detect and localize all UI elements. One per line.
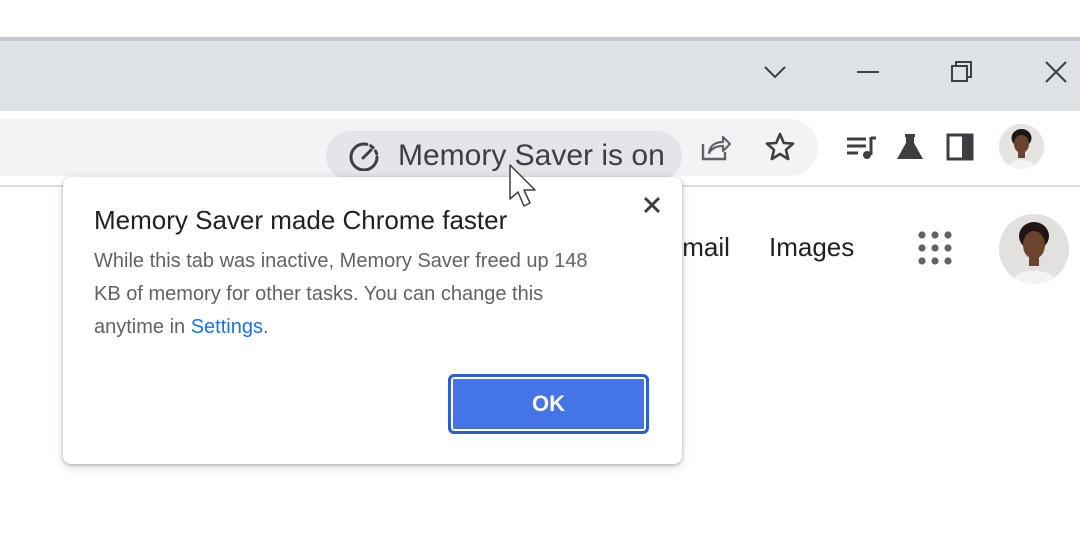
- reading-list-button[interactable]: [841, 127, 881, 167]
- restore-icon: [951, 61, 972, 82]
- reading-list-icon: [847, 136, 876, 159]
- dialog-title: Memory Saver made Chrome faster: [94, 205, 508, 235]
- tab-search-button[interactable]: [755, 52, 795, 92]
- dialog-close-button[interactable]: [637, 190, 667, 220]
- memory-saver-dialog: Memory Saver made Chrome faster While th…: [63, 177, 682, 464]
- google-apps-button[interactable]: [917, 230, 953, 266]
- side-panel-button[interactable]: [940, 127, 980, 167]
- close-icon: [1045, 61, 1067, 83]
- chrome-labs-button[interactable]: [890, 127, 930, 167]
- share-button[interactable]: [695, 127, 735, 167]
- toolbar: Memory Saver is on: [0, 111, 1080, 187]
- omnibox[interactable]: Memory Saver is on: [0, 119, 818, 180]
- dialog-body-text: While this tab was inactive, Memory Save…: [94, 250, 588, 338]
- minimize-icon: [857, 71, 879, 73]
- share-icon: [701, 135, 731, 161]
- avatar: [999, 124, 1044, 169]
- title-bar: [0, 41, 1080, 111]
- minimize-button[interactable]: [848, 52, 888, 92]
- account-avatar[interactable]: [999, 214, 1069, 284]
- chevron-down-icon: [764, 66, 786, 79]
- dialog-body: While this tab was inactive, Memory Save…: [94, 245, 594, 344]
- memory-saver-chip[interactable]: Memory Saver is on: [326, 131, 682, 180]
- ok-button[interactable]: OK: [448, 374, 649, 434]
- star-icon: [765, 132, 795, 161]
- avatar: [999, 214, 1069, 284]
- apps-grid-icon: [918, 231, 952, 265]
- settings-link[interactable]: Settings: [191, 316, 263, 338]
- speedometer-icon: [349, 142, 379, 171]
- bookmark-star-button[interactable]: [760, 127, 800, 167]
- close-icon: [643, 196, 661, 214]
- flask-icon: [897, 134, 923, 159]
- close-window-button[interactable]: [1036, 52, 1076, 92]
- restore-button[interactable]: [942, 52, 982, 92]
- mouse-cursor-icon: [509, 164, 536, 207]
- side-panel-icon: [946, 133, 974, 161]
- images-link[interactable]: Images: [769, 232, 854, 263]
- profile-avatar[interactable]: [999, 124, 1044, 169]
- dialog-body-end: .: [262, 316, 269, 338]
